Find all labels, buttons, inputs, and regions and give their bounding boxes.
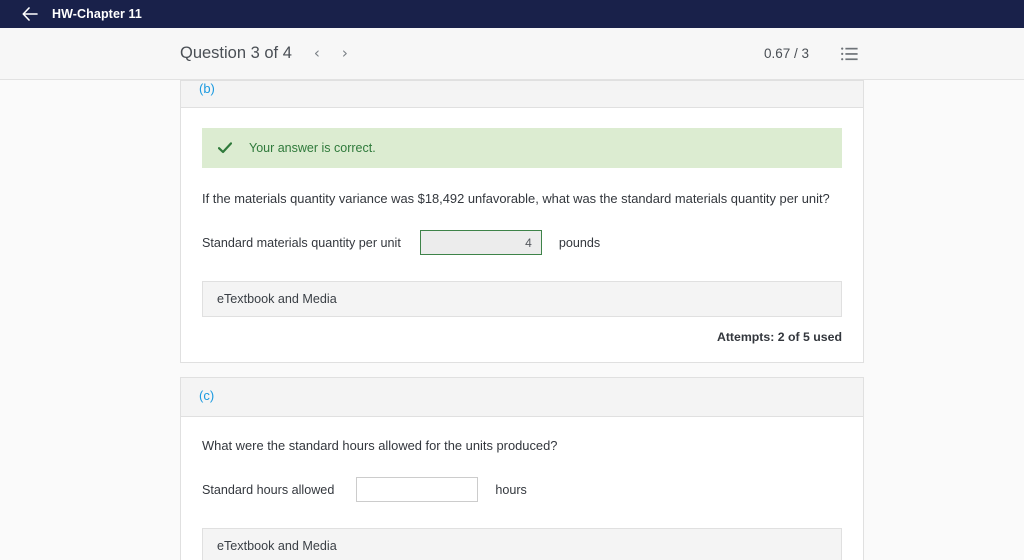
answer-unit-c: hours	[495, 482, 527, 497]
chevron-right-icon[interactable]: ›	[342, 46, 348, 61]
answer-row-b: Standard materials quantity per unit pou…	[202, 230, 842, 256]
question-text-b: If the materials quantity variance was $…	[202, 191, 830, 206]
arrow-left-icon[interactable]	[22, 6, 38, 22]
part-header-c: (c)	[181, 378, 863, 418]
chevron-left-icon[interactable]: ‹	[314, 46, 320, 61]
question-content: (b) Your answer is correct. If the mater…	[180, 80, 864, 560]
answer-unit-b: pounds	[558, 235, 601, 250]
attempts-row-b: Attempts: 2 of 5 used	[202, 317, 842, 344]
question-nav-group: Question 3 of 4 ‹ ›	[180, 44, 348, 63]
answer-input-c[interactable]	[356, 477, 479, 503]
app-header: HW-Chapter 11	[0, 0, 1024, 28]
answer-input-b[interactable]	[419, 230, 542, 256]
score-display: 0.67 / 3	[763, 46, 809, 61]
correct-answer-banner: Your answer is correct.	[202, 128, 842, 168]
question-scroll-area[interactable]: (b) Your answer is correct. If the mater…	[0, 80, 1024, 560]
attempts-counter-b: Attempts: 2 of 5 used	[716, 330, 842, 345]
page-title: Question 3 of 4	[180, 44, 292, 62]
answer-label-b: Standard materials quantity per unit	[202, 235, 401, 250]
check-icon	[218, 142, 232, 154]
part-label-c: (c)	[199, 388, 215, 404]
part-body-c: What were the standard hours allowed for…	[181, 417, 863, 560]
answer-row-c: Standard hours allowed hours	[202, 477, 842, 503]
part-header-b: (b)	[181, 81, 863, 108]
correct-answer-text: Your answer is correct.	[249, 141, 376, 155]
answer-label-c: Standard hours allowed	[202, 482, 335, 497]
etextbook-and-media-b[interactable]: eTextbook and Media	[202, 281, 842, 318]
part-body-b: Your answer is correct. If the materials…	[181, 108, 863, 362]
question-toolbar: Question 3 of 4 ‹ › 0.67 / 3	[0, 28, 1024, 80]
etextbook-and-media-c[interactable]: eTextbook and Media	[202, 528, 842, 560]
list-view-icon[interactable]	[841, 47, 858, 61]
question-text-c: What were the standard hours allowed for…	[202, 438, 558, 454]
question-part-card-b: (b) Your answer is correct. If the mater…	[180, 80, 864, 364]
toolbar-right-group: 0.67 / 3	[764, 46, 858, 61]
part-label-b: (b)	[199, 81, 215, 96]
app-title: HW-Chapter 11	[52, 7, 142, 21]
question-pager: ‹ ›	[314, 46, 348, 61]
question-part-card-c: (c) What were the standard hours allowed…	[180, 377, 864, 560]
